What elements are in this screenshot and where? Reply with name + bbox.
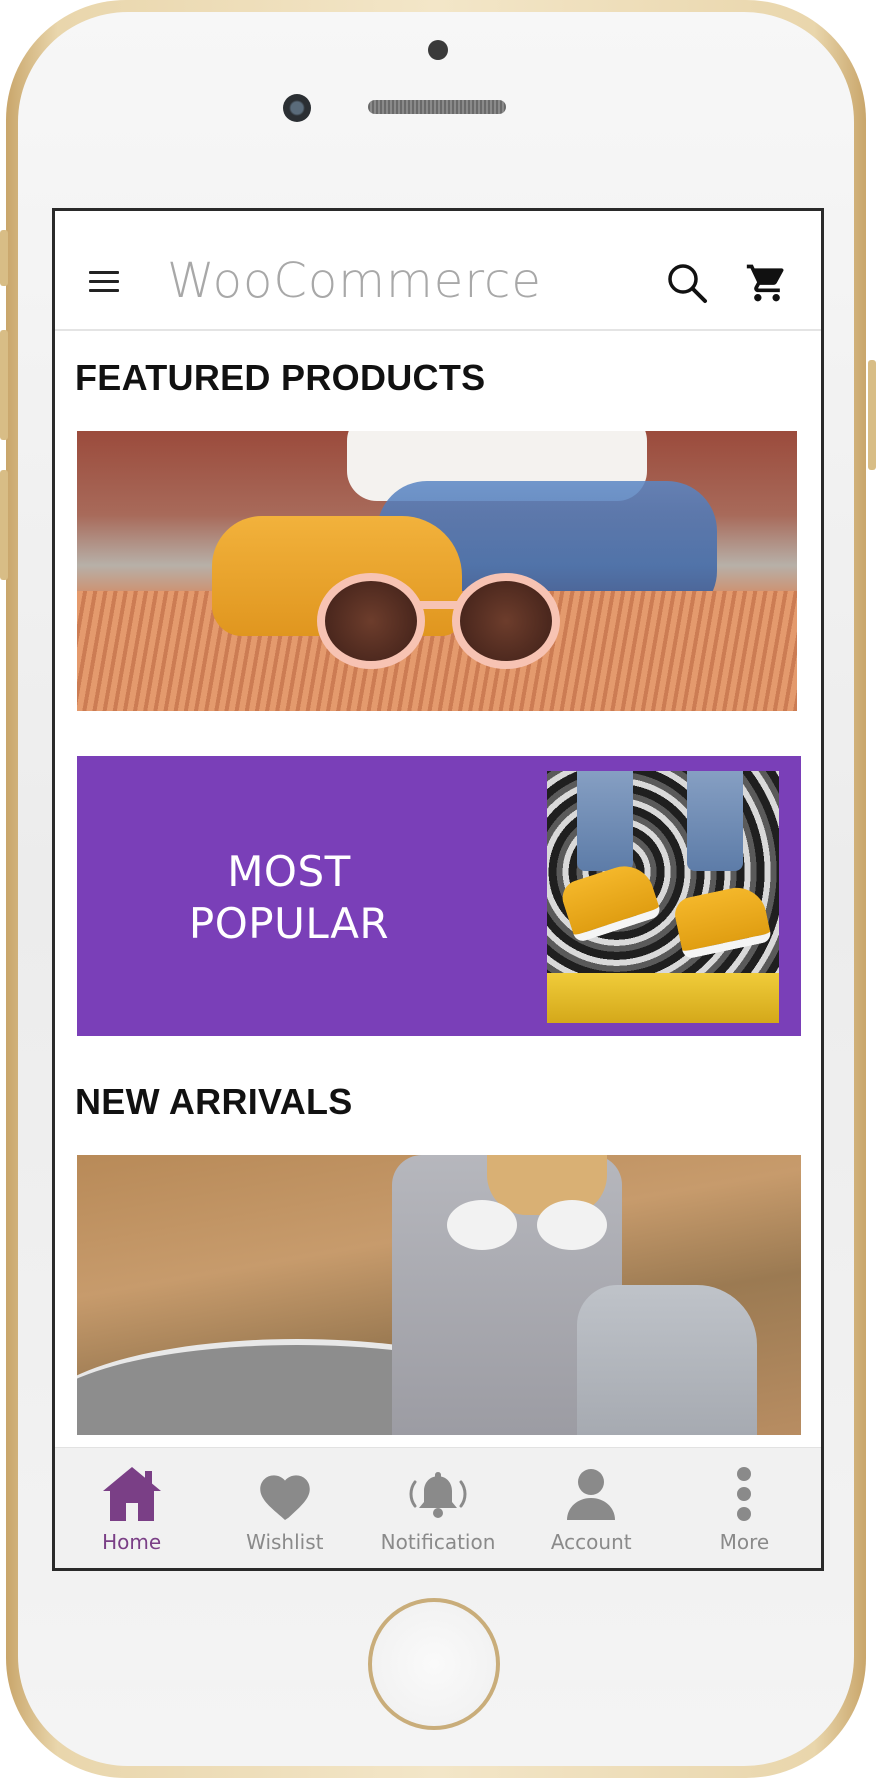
- user-icon: [558, 1464, 624, 1524]
- more-vertical-icon: [711, 1464, 777, 1524]
- sunglasses-image: [77, 431, 797, 711]
- nav-notification[interactable]: Notification: [361, 1448, 514, 1568]
- heart-icon: [252, 1464, 318, 1524]
- shopping-cart-icon[interactable]: [745, 261, 789, 305]
- home-icon: [99, 1464, 165, 1524]
- nav-wishlist[interactable]: Wishlist: [208, 1448, 361, 1568]
- sneakers-image: [547, 771, 779, 1023]
- search-icon[interactable]: [665, 261, 709, 305]
- nav-more-label: More: [719, 1530, 770, 1554]
- front-camera: [428, 40, 448, 60]
- power-button: [868, 360, 876, 470]
- hamburger-menu-icon[interactable]: [89, 271, 119, 295]
- nav-notification-label: Notification: [380, 1530, 496, 1554]
- bottom-navigation: Home Wishlist Notification Account More: [55, 1447, 821, 1568]
- silent-switch: [0, 230, 8, 286]
- volume-down-button: [0, 470, 8, 580]
- app-bar: WooCommerce: [55, 211, 821, 331]
- proximity-sensor: [283, 94, 311, 122]
- earpiece-speaker: [368, 100, 506, 114]
- promo-line-1: MOST: [227, 847, 351, 896]
- most-popular-label: MOST POPULAR: [169, 846, 409, 950]
- most-popular-banner[interactable]: MOST POPULAR: [77, 756, 801, 1036]
- featured-products-heading: FEATURED PRODUCTS: [75, 357, 486, 398]
- app-screen: WooCommerce FEATURED PRODUCTS MOST POPUL…: [52, 208, 824, 1571]
- nav-account[interactable]: Account: [515, 1448, 668, 1568]
- new-arrivals-banner[interactable]: [77, 1155, 801, 1435]
- app-title: WooCommerce: [167, 253, 542, 309]
- volume-up-button: [0, 330, 8, 440]
- phone-home-button[interactable]: [368, 1598, 500, 1730]
- featured-product-banner[interactable]: [77, 431, 797, 711]
- nav-home[interactable]: Home: [55, 1448, 208, 1568]
- new-arrivals-heading: NEW ARRIVALS: [75, 1081, 353, 1122]
- nav-wishlist-label: Wishlist: [246, 1530, 324, 1554]
- nav-account-label: Account: [550, 1530, 632, 1554]
- bell-icon: [405, 1464, 471, 1524]
- promo-line-2: POPULAR: [188, 899, 390, 948]
- nav-home-label: Home: [102, 1530, 162, 1554]
- new-arrivals-image: [77, 1155, 801, 1435]
- nav-more[interactable]: More: [668, 1448, 821, 1568]
